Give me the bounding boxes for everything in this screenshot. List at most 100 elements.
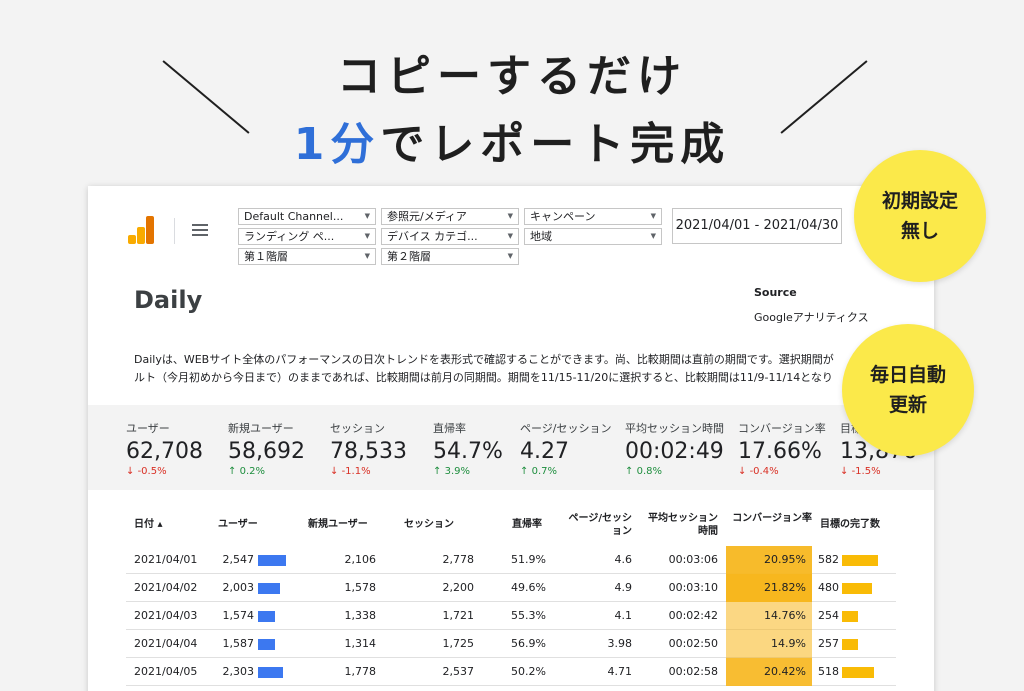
headline: コピーするだけ 1分でレポート完成: [0, 0, 1024, 180]
headline-rest: でレポート完成: [380, 119, 731, 170]
delta-arrow-icon: ↑: [625, 466, 634, 477]
cell-pages-per-session: 4.9: [614, 581, 633, 594]
kpi-label: コンバージョン率: [738, 422, 826, 435]
filter-campaign[interactable]: キャンペーン ▼: [524, 208, 662, 225]
cell-goal-completions: 480: [818, 581, 839, 594]
filter-source-medium[interactable]: 参照元/メディア ▼: [381, 208, 519, 225]
cell-new-users: 1,778: [344, 665, 377, 678]
kpi-delta-value: 0.7%: [531, 466, 557, 477]
dropdown-arrow-icon: ▼: [507, 232, 513, 240]
cell-users: 2,547: [222, 553, 255, 566]
delta-arrow-icon: ↓: [330, 466, 339, 477]
users-bar: [258, 583, 280, 594]
dropdown-arrow-icon: ▼: [364, 252, 370, 260]
filter-landing-page[interactable]: ランディング ペ... ▼: [238, 228, 376, 245]
column-header-sessions[interactable]: セッション: [404, 518, 454, 531]
cell-date: 2021/04/04: [134, 637, 198, 650]
kpi-label: ページ/セッション: [520, 422, 612, 435]
table-body: 2021/04/01 2,547 2,106 2,778 51.9% 4.6 00:03:0…: [126, 546, 896, 686]
kpi-label: 平均セッション時間: [625, 422, 724, 435]
delta-arrow-icon: ↓: [738, 466, 747, 477]
cell-users: 1,587: [222, 637, 255, 650]
headline-line1: コピーするだけ: [337, 51, 687, 102]
column-header-bounce-rate[interactable]: 直帰率: [512, 518, 542, 531]
kpi-scorecards: ユーザー 62,708 ↓ -0.5% 新規ユーザー 58,692 ↑ 0.2%…: [88, 405, 934, 490]
table-row[interactable]: 2021/04/02 2,003 1,578 2,200 49.6% 4.9 00:03:1…: [126, 574, 896, 602]
filter-default-channel[interactable]: Default Channel... ▼: [238, 208, 376, 225]
column-header-conversion-rate[interactable]: コンバージョン率: [730, 512, 812, 525]
filter-label: 第２階層: [387, 250, 431, 263]
cell-avg-session-duration: 00:03:10: [668, 581, 718, 594]
cell-new-users: 1,314: [344, 637, 377, 650]
description-line-2: ルト（今月初めから今日まで）のままであれば、比較期間は前月の同期間。期間を11/…: [134, 371, 833, 384]
column-header-users[interactable]: ユーザー: [218, 518, 258, 531]
table-row[interactable]: 2021/04/03 1,574 1,338 1,721 55.3% 4.1 00:02:4…: [126, 602, 896, 630]
cell-pages-per-session: 4.71: [607, 665, 633, 678]
table-row[interactable]: 2021/04/01 2,547 2,106 2,778 51.9% 4.6 00:03:0…: [126, 546, 896, 574]
source-label: Source: [754, 286, 797, 299]
kpi-label: 新規ユーザー: [228, 422, 294, 435]
delta-arrow-icon: ↑: [228, 466, 237, 477]
column-header-avg-session-duration[interactable]: 平均セッション時間: [646, 512, 718, 538]
badge-no-initial-setup: 初期設定 無し: [854, 150, 986, 282]
badge-line: 更新: [888, 394, 927, 416]
cell-bounce-rate: 51.9%: [511, 553, 546, 566]
kpi-delta: ↑ 3.9%: [433, 466, 503, 477]
kpi-value: 00:02:49: [625, 439, 724, 464]
cell-goal-completions: 582: [818, 553, 839, 566]
filter-label: 参照元/メディア: [387, 210, 467, 223]
kpi-delta: ↑ 0.7%: [520, 466, 612, 477]
table-header: 日付 ▴ ユーザー 新規ユーザー セッション 直帰率 ページ/セッション 平均セ…: [126, 508, 896, 546]
column-header-new-users[interactable]: 新規ユーザー: [308, 518, 368, 531]
cell-goal-completions: 254: [818, 609, 839, 622]
kpi-pages-per-session: ページ/セッション 4.27 ↑ 0.7%: [520, 420, 612, 477]
cell-sessions: 1,721: [442, 609, 475, 622]
filter-level-2[interactable]: 第２階層 ▼: [381, 248, 519, 265]
kpi-delta: ↓ -1.1%: [330, 466, 407, 477]
cell-avg-session-duration: 00:02:42: [668, 609, 718, 622]
cell-conversion-rate: 20.42%: [726, 658, 812, 686]
table-row[interactable]: 2021/04/05 2,303 1,778 2,537 50.2% 4.71 00:02:…: [126, 658, 896, 686]
cell-sessions: 2,200: [442, 581, 475, 594]
cell-pages-per-session: 4.6: [614, 553, 633, 566]
divider: [174, 218, 175, 244]
goals-bar: [842, 611, 858, 622]
kpi-delta-value: -0.4%: [749, 466, 779, 477]
report-description: Dailyは、WEBサイト全体のパフォーマンスの日次トレンドを表形式で確認するこ…: [134, 351, 874, 387]
column-header-date[interactable]: 日付 ▴: [134, 518, 163, 531]
headline-accent: 1分: [293, 119, 381, 170]
goals-bar: [842, 667, 874, 678]
kpi-delta-value: -0.5%: [137, 466, 167, 477]
dropdown-arrow-icon: ▼: [507, 212, 513, 220]
kpi-sessions: セッション 78,533 ↓ -1.1%: [330, 420, 407, 477]
column-header-goal-completions[interactable]: 目標の完了数: [820, 518, 880, 531]
kpi-conversion-rate: コンバージョン率 17.66% ↓ -0.4%: [738, 420, 826, 477]
table-row[interactable]: 2021/04/04 1,587 1,314 1,725 56.9% 3.98 00:02:…: [126, 630, 896, 658]
cell-sessions: 1,725: [442, 637, 475, 650]
cell-avg-session-duration: 00:02:58: [668, 665, 718, 678]
cell-conversion-rate: 14.76%: [726, 602, 812, 630]
cell-users: 2,003: [222, 581, 255, 594]
filter-label: 第１階層: [244, 250, 288, 263]
kpi-avg-session-duration: 平均セッション時間 00:02:49 ↑ 0.8%: [625, 420, 724, 477]
column-header-pages-per-session[interactable]: ページ/セッション: [566, 512, 632, 538]
headline-line2: 1分でレポート完成: [0, 108, 1024, 172]
filter-device-category[interactable]: デバイス カテゴ... ▼: [381, 228, 519, 245]
menu-icon[interactable]: [192, 224, 208, 238]
badge-line: 無し: [900, 220, 939, 242]
kpi-delta-value: -1.1%: [341, 466, 371, 477]
kpi-users: ユーザー 62,708 ↓ -0.5%: [126, 420, 203, 477]
users-bar: [258, 555, 286, 566]
kpi-label: 直帰率: [433, 422, 466, 435]
date-range-picker[interactable]: 2021/04/01 - 2021/04/30: [672, 208, 842, 244]
filter-level-1[interactable]: 第１階層 ▼: [238, 248, 376, 265]
cell-conversion-rate: 14.9%: [726, 630, 812, 658]
delta-arrow-icon: ↑: [433, 466, 442, 477]
kpi-delta-value: 0.2%: [239, 466, 265, 477]
filter-region[interactable]: 地域 ▼: [524, 228, 662, 245]
cell-date: 2021/04/02: [134, 581, 198, 594]
description-line-1: Dailyは、WEBサイト全体のパフォーマンスの日次トレンドを表形式で確認するこ…: [134, 353, 834, 366]
delta-arrow-icon: ↓: [840, 466, 849, 477]
cell-goal-completions: 257: [818, 637, 839, 650]
users-bar: [258, 667, 283, 678]
